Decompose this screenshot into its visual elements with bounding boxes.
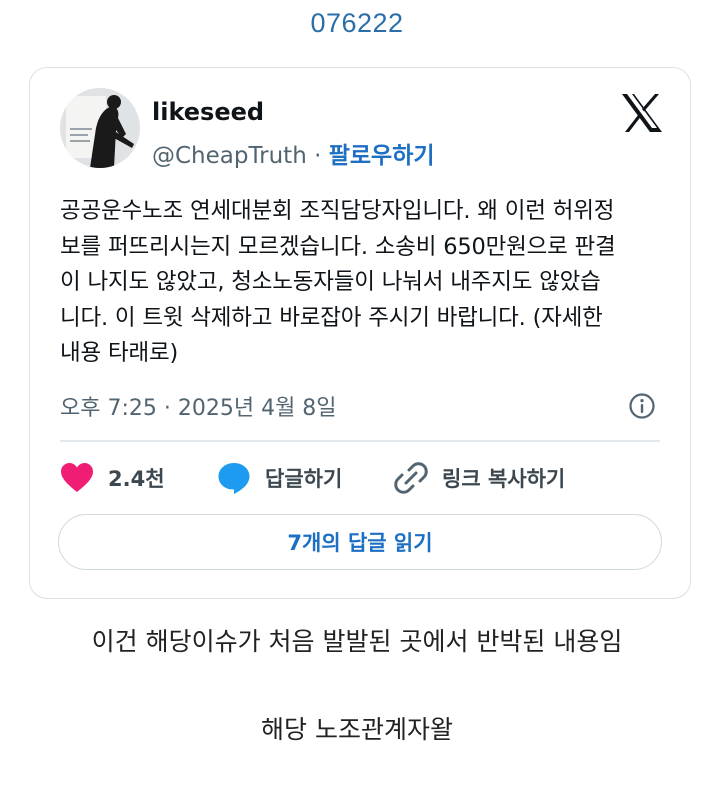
- user-handle[interactable]: @CheapTruth: [152, 143, 307, 169]
- copy-link-label: 링크 복사하기: [442, 467, 566, 491]
- heart-icon: [61, 463, 93, 492]
- like-button[interactable]: 2.4천: [60, 460, 165, 496]
- follow-button[interactable]: 팔로우하기: [329, 143, 435, 169]
- info-icon[interactable]: [628, 392, 656, 420]
- read-replies-button[interactable]: 7개의 답글 읽기: [58, 514, 662, 570]
- tweet-body: 공공운수노조 연세대분회 조직담당자입니다. 왜 이런 허위정 보를 퍼뜨리시는…: [60, 198, 616, 366]
- reply-button[interactable]: 답글하기: [217, 460, 342, 496]
- like-count: 2.4천: [108, 467, 165, 491]
- divider: [60, 440, 660, 442]
- reply-label: 답글하기: [265, 467, 343, 491]
- x-logo-icon[interactable]: [621, 94, 663, 132]
- embedded-tweet-card: likeseed @CheapTruth · 팔로우하기 공공운수노조 연세대분…: [29, 67, 691, 599]
- avatar[interactable]: [60, 88, 140, 168]
- link-icon: [394, 462, 428, 494]
- display-name[interactable]: likeseed: [152, 98, 264, 126]
- handle-separator: ·: [306, 143, 329, 169]
- handle-row: @CheapTruth · 팔로우하기: [152, 136, 435, 170]
- copy-link-button[interactable]: 링크 복사하기: [394, 460, 565, 496]
- caption-line-1: 이건 해당이슈가 처음 발발된 곳에서 반박된 내용임: [91, 627, 623, 656]
- speech-bubble-icon: [218, 463, 250, 494]
- tweet-timestamp[interactable]: 오후 7:25 · 2025년 4월 8일: [60, 390, 337, 422]
- caption-line-2: 해당 노조관계자왈: [261, 715, 453, 744]
- top-code: 076222: [310, 8, 404, 38]
